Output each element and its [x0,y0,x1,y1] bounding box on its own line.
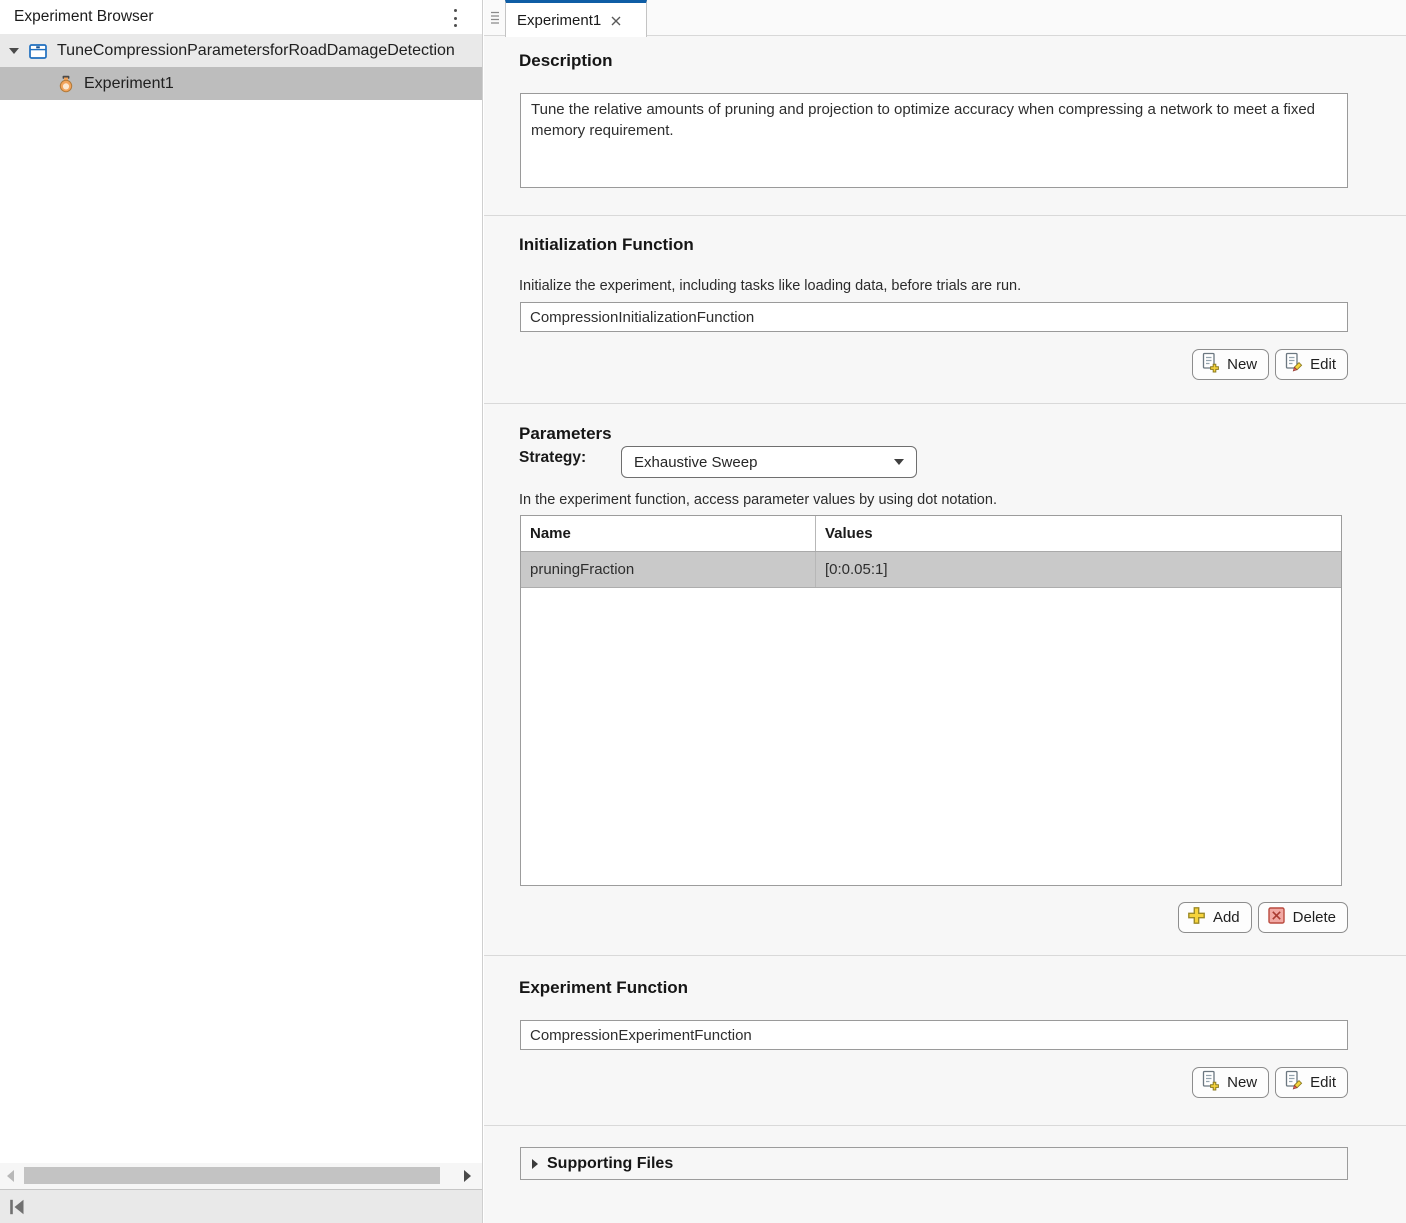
experiment-function-button-row: New Edit [1192,1067,1348,1098]
strategy-label: Strategy: [519,449,586,467]
tree-item-experiment[interactable]: Experiment1 [0,67,482,100]
project-label: TuneCompressionParametersforRoadDamageDe… [57,42,455,60]
panel-menu-icon[interactable] [450,9,460,27]
initialization-function-section: Initialization Function Initialize the e… [484,215,1406,403]
collapse-arrow-icon[interactable] [9,48,19,54]
scrollbar-thumb[interactable] [24,1167,440,1184]
add-plus-icon [1186,905,1207,930]
edit-button-label: Edit [1310,1074,1336,1091]
parameters-hint: In the experiment function, access param… [519,492,997,508]
drag-grip-icon[interactable] [489,9,501,27]
project-icon [28,41,48,61]
experiment-function-section: Experiment Function New [484,955,1406,1125]
parameter-values-cell: [0:0.05:1] [816,552,1341,587]
table-row[interactable]: pruningFraction [0:0.05:1] [521,552,1341,588]
supporting-files-expander[interactable]: Supporting Files [520,1147,1348,1180]
experiment-function-input[interactable] [520,1020,1348,1050]
experiment-browser-title: Experiment Browser [14,8,154,26]
supporting-files-heading: Supporting Files [547,1155,673,1173]
delete-x-icon [1266,905,1287,930]
browser-bottom-bar [0,1189,483,1223]
strategy-dropdown-value: Exhaustive Sweep [634,454,757,471]
initialization-function-input[interactable] [520,302,1348,332]
new-button-label: New [1227,1074,1257,1091]
parameters-table-header: Name Values [521,516,1341,552]
add-button-label: Add [1213,909,1240,926]
tab-close-icon[interactable] [610,15,622,27]
parameters-button-row: Add Delete [1178,902,1348,933]
experiment-function-edit-button[interactable]: Edit [1275,1067,1348,1098]
collapse-panel-icon[interactable] [7,1197,27,1217]
parameter-name-cell: pruningFraction [521,552,816,587]
parameters-table: Name Values pruningFraction [0:0.05:1] [520,515,1342,886]
tree-item-project[interactable]: TuneCompressionParametersforRoadDamageDe… [0,34,482,67]
supporting-files-section: Supporting Files [484,1125,1406,1223]
initialization-function-hint: Initialize the experiment, including tas… [519,278,1021,294]
column-header-values: Values [816,516,1341,551]
experiment-manager-window: Experiment Browser TuneCompressionParame… [0,0,1406,1223]
initialization-function-heading: Initialization Function [519,235,694,255]
document-area: Experiment1 Description Tune the relativ… [484,0,1406,1223]
experiment-browser-panel: Experiment Browser TuneCompressionParame… [0,0,483,1223]
chevron-right-icon [532,1159,538,1169]
parameters-section: Parameters Strategy: Exhaustive Sweep In… [484,403,1406,955]
parameters-heading: Parameters [519,424,612,444]
experiment-flask-icon [57,75,75,93]
tab-experiment1[interactable]: Experiment1 [505,0,647,37]
strategy-dropdown[interactable]: Exhaustive Sweep [621,446,917,478]
experiment-function-heading: Experiment Function [519,978,688,998]
experiment-label: Experiment1 [84,75,174,93]
browser-horizontal-scrollbar [0,1163,483,1189]
new-function-icon [1200,352,1221,377]
initialization-button-row: New Edit [1192,349,1348,380]
description-heading: Description [519,51,613,71]
delete-parameter-button[interactable]: Delete [1258,902,1348,933]
add-parameter-button[interactable]: Add [1178,902,1252,933]
edit-function-icon [1283,1070,1304,1095]
tab-label: Experiment1 [517,12,601,29]
delete-button-label: Delete [1293,909,1336,926]
chevron-down-icon [894,459,904,465]
description-section: Description Tune the relative amounts of… [484,36,1406,215]
scroll-left-icon[interactable] [7,1170,14,1182]
scroll-right-icon[interactable] [464,1170,471,1182]
edit-function-icon [1283,352,1304,377]
edit-button-label: Edit [1310,356,1336,373]
experiment-function-new-button[interactable]: New [1192,1067,1269,1098]
initialization-new-button[interactable]: New [1192,349,1269,380]
initialization-edit-button[interactable]: Edit [1275,349,1348,380]
column-header-name: Name [521,516,816,551]
new-function-icon [1200,1070,1221,1095]
experiment-browser-header: Experiment Browser [0,0,482,34]
new-button-label: New [1227,356,1257,373]
description-textarea[interactable]: Tune the relative amounts of pruning and… [520,93,1348,188]
